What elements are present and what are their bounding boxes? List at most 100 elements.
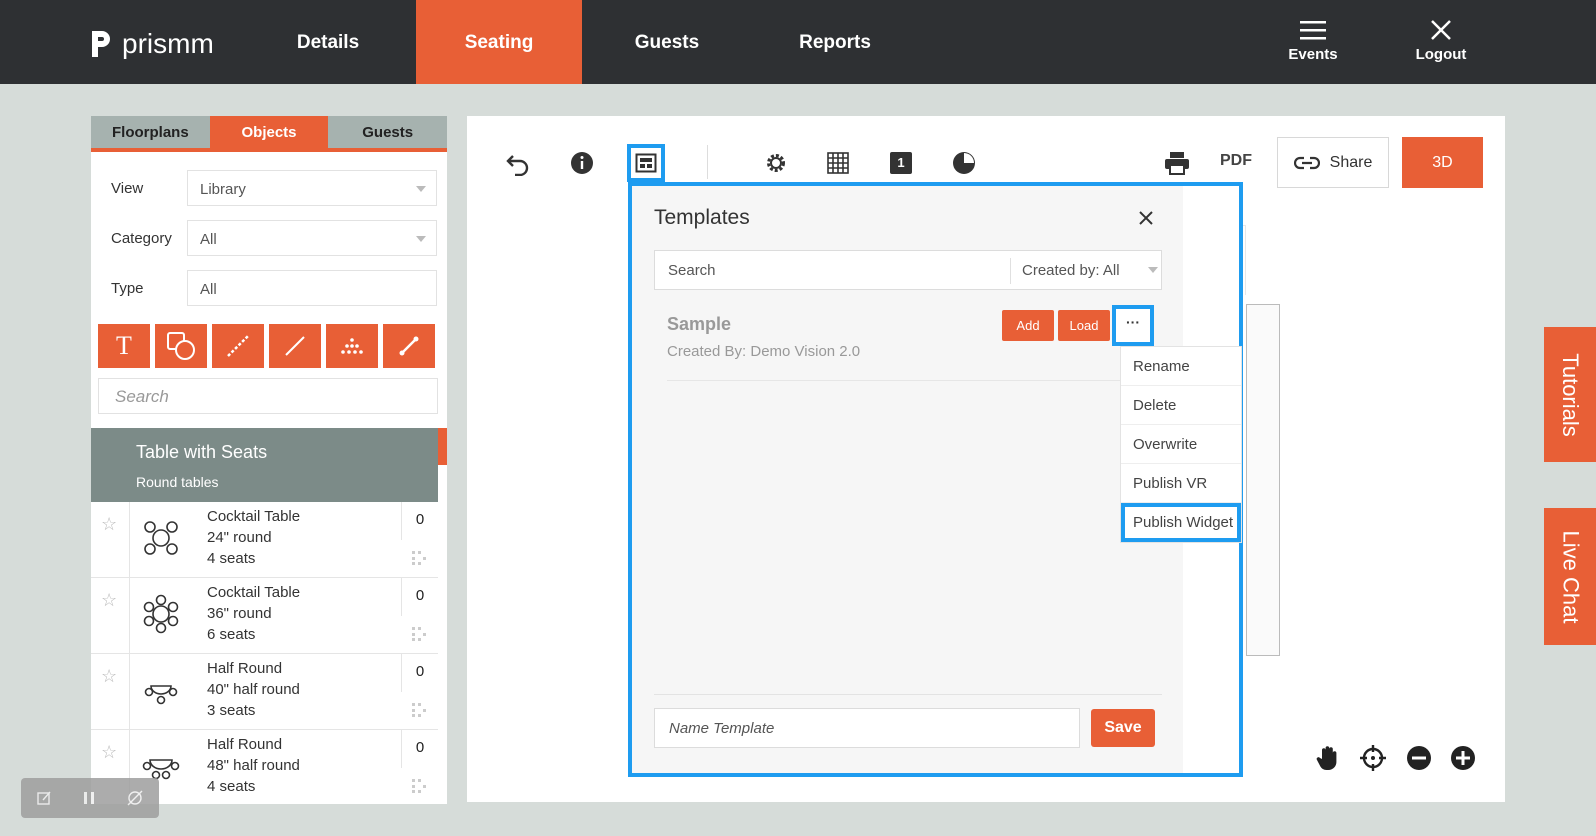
more-options-button[interactable]: ··· [1112,305,1154,346]
load-template-button[interactable]: Load [1058,310,1110,341]
star-icon[interactable]: ☆ [101,590,117,611]
text-tool-button[interactable]: T [98,324,150,368]
shading-button[interactable] [949,148,979,178]
view-select[interactable]: Library [187,170,437,206]
templates-modal: Templates Search Created by: All Sample … [628,182,1243,777]
tab-objects[interactable]: Objects [209,116,329,148]
item-text: Cocktail Table 24" round 4 seats [207,506,300,569]
live-chat-tab[interactable]: Live Chat [1544,508,1596,645]
category-value: All [200,231,217,248]
crosshair-icon [1360,745,1386,771]
item-name: Cocktail Table [207,508,301,525]
3d-button[interactable]: 3D [1402,137,1483,188]
type-label: Type [111,280,144,297]
type-select[interactable]: All [187,270,437,306]
item-name: Half Round [207,736,283,753]
edit-icon[interactable] [36,790,52,806]
events-button[interactable]: Events [1268,18,1358,63]
templates-button[interactable] [627,144,665,182]
recenter-button[interactable] [1358,743,1388,773]
wand-tool-icon [399,336,419,356]
star-icon[interactable]: ☆ [101,666,117,687]
zoom-out-icon [1407,746,1431,770]
created-by-filter[interactable]: Created by: All [1022,262,1120,279]
pause-icon[interactable] [82,790,96,806]
divider [667,380,1167,381]
scrollbar-thumb[interactable] [438,428,447,465]
grid-button[interactable] [823,148,853,178]
share-button[interactable]: Share [1277,137,1389,188]
group-header[interactable]: Table with Seats Round tables [91,428,447,502]
wand-tool-button[interactable] [383,324,435,368]
gear-icon [767,154,785,172]
layer-button[interactable]: 1 [886,148,916,178]
category-select[interactable]: All [187,220,437,256]
save-template-button[interactable]: Save [1091,709,1155,747]
measure-tool-button[interactable] [212,324,264,368]
zoom-in-icon [1451,746,1475,770]
recording-controls [21,778,159,818]
settings-button[interactable] [761,148,791,178]
star-icon[interactable]: ☆ [101,514,117,535]
undo-icon [506,155,529,176]
list-item[interactable]: ☆ Half Round 40" half round 3 seats 0 [91,654,438,730]
tab-guests[interactable]: Guests [328,116,447,148]
tutorials-label: Tutorials [1558,352,1584,437]
menu-item-overwrite[interactable]: Overwrite [1121,425,1241,464]
templates-modal-body: Templates Search Created by: All Sample … [632,186,1183,773]
print-button[interactable] [1162,148,1192,178]
zoom-in-button[interactable] [1448,743,1478,773]
add-template-button[interactable]: Add [1002,310,1054,341]
modal-close-button[interactable] [1138,206,1154,232]
panel-tabs: Floorplans Objects Guests [91,116,447,152]
template-search-bar: Search Created by: All [654,250,1162,290]
pdf-button[interactable]: PDF [1220,152,1252,170]
close-icon [1431,20,1451,40]
category-label: Category [111,230,172,247]
logo[interactable]: prismm [90,28,214,60]
tutorials-tab[interactable]: Tutorials [1544,327,1596,462]
zoom-out-button[interactable] [1404,743,1434,773]
star-icon[interactable]: ☆ [101,742,117,763]
item-name: Cocktail Table [207,584,301,601]
item-text: Half Round 48" half round 4 seats [207,734,300,797]
seat-grid-tool-button[interactable] [326,324,378,368]
item-seats: 3 seats [207,702,256,719]
info-button[interactable] [567,148,597,178]
undo-button[interactable] [503,148,533,178]
menu-item-rename[interactable]: Rename [1121,347,1241,386]
print-icon [1165,152,1189,175]
mute-icon[interactable] [126,789,144,807]
drag-handle-icon[interactable] [411,778,427,794]
nav-reports[interactable]: Reports [780,0,890,84]
drag-handle-icon[interactable] [411,702,427,718]
object-search-input[interactable]: Search [98,378,438,414]
item-count: 0 [401,578,438,616]
object-list: ☆ Cocktail Table 24" round 4 seats 0 ☆ Coc… [91,502,438,804]
list-item[interactable]: ☆ Cocktail Table 36" round 6 seats 0 [91,578,438,654]
drag-handle-icon[interactable] [411,550,427,566]
nav-details[interactable]: Details [278,0,378,84]
template-search-input[interactable]: Search [668,262,716,279]
tab-floorplans[interactable]: Floorplans [91,116,210,148]
logout-label: Logout [1415,46,1467,63]
line-tool-button[interactable] [269,324,321,368]
item-count: 0 [401,730,438,768]
item-size: 40" half round [207,681,300,698]
hamburger-menu-icon [1300,21,1326,40]
drag-handle-icon[interactable] [411,626,427,642]
nav-guests[interactable]: Guests [612,0,722,84]
nav-seating[interactable]: Seating [416,0,582,84]
shape-tool-button[interactable] [155,324,207,368]
list-item[interactable]: ☆ Cocktail Table 24" round 4 seats 0 [91,502,438,578]
menu-item-publish-widget[interactable]: Publish Widget [1121,503,1241,542]
pan-button[interactable] [1313,743,1343,773]
menu-item-delete[interactable]: Delete [1121,386,1241,425]
name-template-input[interactable]: Name Template [654,708,1080,748]
menu-item-publish-vr[interactable]: Publish VR [1121,464,1241,503]
item-count: 0 [401,654,438,692]
close-icon [1139,211,1153,225]
logout-button[interactable]: Logout [1396,18,1486,63]
link-icon [1293,156,1320,169]
item-text: Cocktail Table 36" round 6 seats [207,582,300,645]
